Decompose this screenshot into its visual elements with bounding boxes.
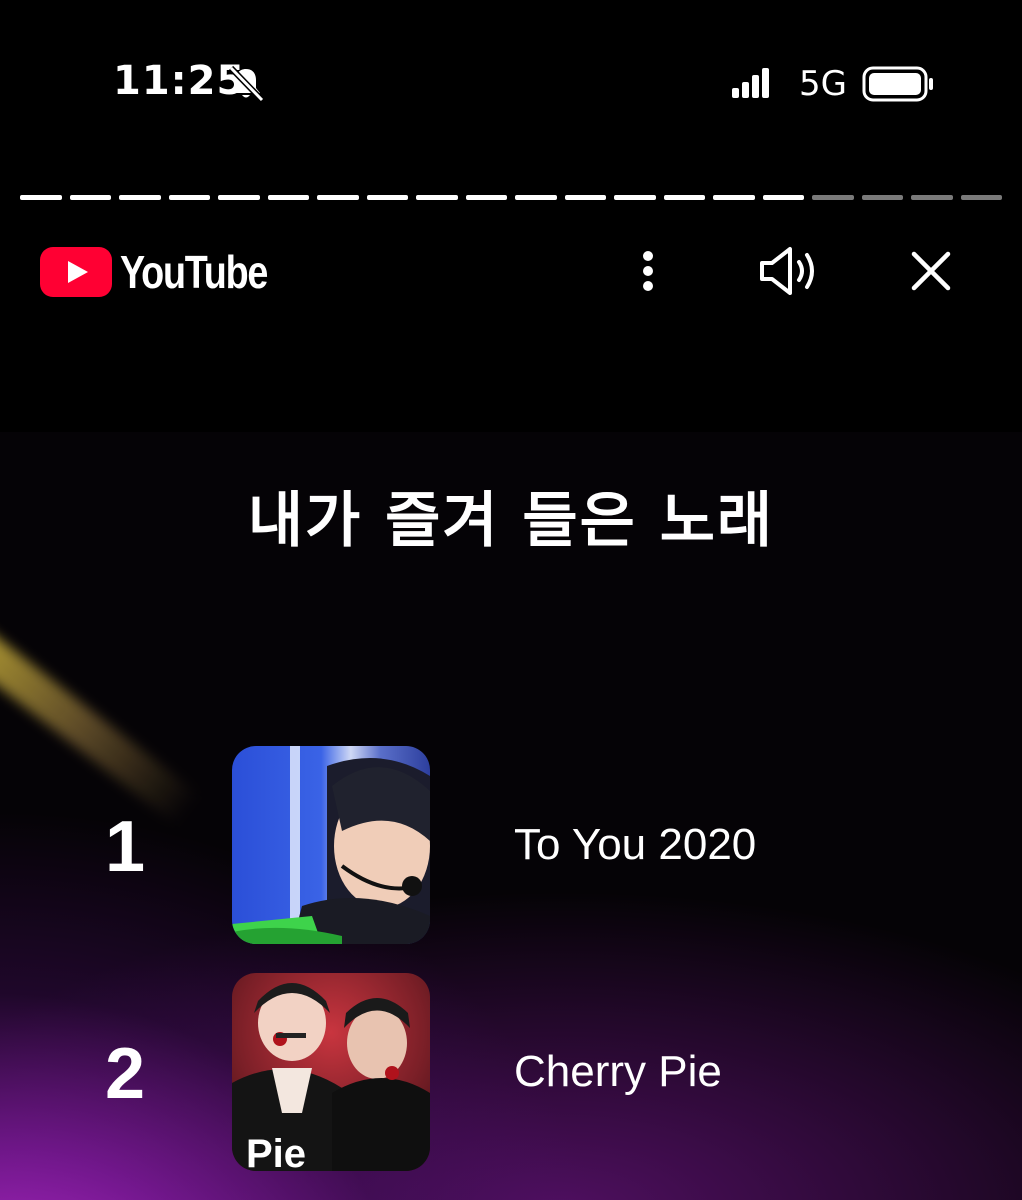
status-bar: 11:25 5G [0, 0, 1022, 170]
progress-segment [218, 195, 260, 200]
close-icon[interactable] [904, 246, 958, 296]
youtube-play-icon [40, 247, 112, 297]
network-type: 5G [799, 64, 847, 104]
progress-segment [515, 195, 557, 200]
youtube-logo-text: YouTube [120, 246, 268, 298]
progress-segment [366, 195, 408, 200]
song-row-1[interactable]: 1 To You 2020 [0, 746, 1022, 944]
progress-segment [614, 195, 656, 200]
song-title: To You 2020 [514, 820, 757, 869]
progress-segment [762, 195, 804, 200]
more-options-icon[interactable] [628, 246, 668, 296]
progress-segment [564, 195, 606, 200]
progress-segment [317, 195, 359, 200]
progress-segment [168, 195, 210, 200]
progress-segment [861, 195, 903, 200]
page-title: 내가 즐겨 들은 노래 [247, 486, 775, 556]
progress-segment [663, 195, 705, 200]
progress-segment [119, 195, 161, 200]
song-thumbnail [232, 746, 430, 944]
progress-segment [416, 195, 458, 200]
bell-muted-icon [228, 65, 265, 103]
progress-segment [713, 195, 755, 200]
thumbnail-caption: Pie [246, 1132, 307, 1171]
song-thumbnail: Pie [232, 973, 430, 1171]
song-rank: 2 [104, 1034, 146, 1114]
song-title: Cherry Pie [514, 1047, 722, 1096]
progress-segment [69, 195, 111, 200]
progress-segment [20, 195, 62, 200]
youtube-logo: YouTube [40, 244, 299, 300]
battery-icon [862, 66, 933, 102]
song-rank: 1 [104, 807, 146, 887]
progress-segment [960, 195, 1002, 200]
progress-segment [465, 195, 507, 200]
progress-segment [812, 195, 854, 200]
song-row-2[interactable]: 2 Pie Cherry Pie [0, 973, 1022, 1171]
story-progress-bar [20, 195, 1002, 201]
volume-icon[interactable] [756, 244, 822, 298]
signal-icon [732, 68, 769, 98]
recap-card: 내가 즐겨 들은 노래 1 To You 2020 2 Pie Cherry P… [0, 432, 1022, 1200]
progress-segment [267, 195, 309, 200]
progress-segment [911, 195, 953, 200]
